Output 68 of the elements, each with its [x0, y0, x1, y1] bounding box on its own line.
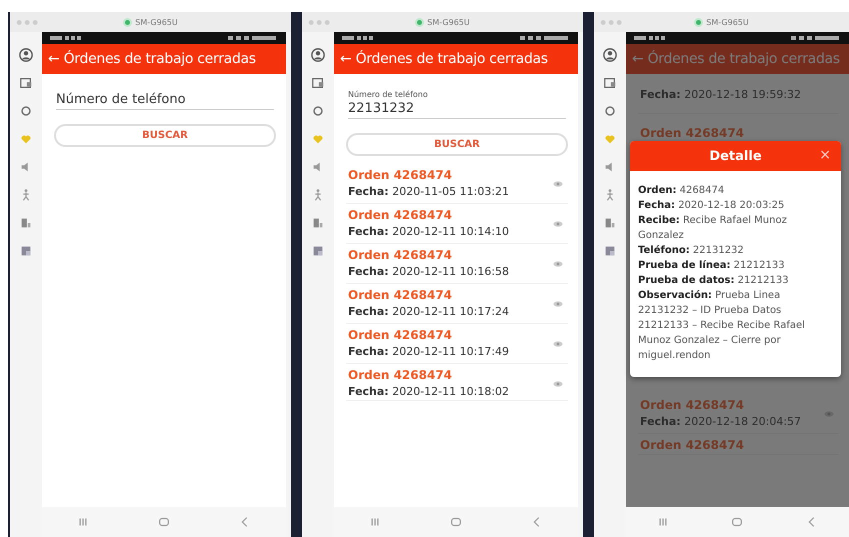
- bars-icon[interactable]: [603, 216, 617, 230]
- order-row[interactable]: Orden 4268474 Fecha: 2020-12-11 10:17:24: [346, 284, 568, 324]
- bars-icon[interactable]: [311, 216, 325, 230]
- order-date: Fecha: 2020-12-18 19:59:32: [640, 88, 802, 101]
- window-title: SM-G965U: [706, 18, 749, 26]
- window-title: SM-G965U: [135, 18, 178, 26]
- window-controls-icon[interactable]: [16, 18, 40, 26]
- detail-text: Observación: Prueba Linea 22131232 – ID Prueba Datos 21212133 – Recibe Recibe Rafael Munoz Gonzalez – Cierre por miguel.rendon: [638, 289, 806, 363]
- order-number: Orden 4268474: [348, 248, 454, 262]
- person-icon[interactable]: [603, 48, 617, 62]
- detail-text: Prueba de línea: 21212133: [638, 259, 786, 273]
- order-number: Orden 4268474: [640, 398, 746, 412]
- picture-icon[interactable]: [603, 244, 617, 258]
- detail-text: Orden: 4268474: [638, 184, 726, 198]
- order-number: Orden 4268474: [348, 168, 454, 182]
- order-row[interactable]: Orden 4268474: [638, 434, 839, 455]
- detail-text: Teléfono: 22131232: [638, 244, 745, 258]
- order-number: Orden 4268474: [640, 438, 746, 452]
- order-date: Fecha: 2020-12-11 10:17:24: [348, 305, 510, 318]
- order-row[interactable]: Orden 4268474 Fecha: 2020-12-11 10:18:02: [346, 364, 568, 401]
- order-date: Fecha: 2020-12-18 20:04:57: [640, 415, 802, 428]
- circle-icon[interactable]: [603, 104, 617, 118]
- search-button[interactable]: BUSCAR: [54, 124, 276, 147]
- order-row[interactable]: Fecha: 2020-12-18 19:59:32: [638, 74, 839, 114]
- circle-icon[interactable]: [311, 104, 325, 118]
- person-icon[interactable]: [311, 48, 325, 62]
- circle-icon[interactable]: [19, 104, 33, 118]
- home-icon[interactable]: [448, 515, 463, 529]
- window-controls-icon[interactable]: [308, 18, 332, 26]
- order-date: Fecha: 2020-12-11 10:14:10: [348, 225, 510, 238]
- card-icon[interactable]: [19, 76, 33, 90]
- card-icon[interactable]: [311, 76, 325, 90]
- order-date: Fecha: 2020-12-11 10:17:49: [348, 345, 510, 358]
- order-date: Fecha: 2020-12-11 10:18:02: [348, 385, 510, 398]
- detail-text: Prueba de datos: 21212133: [638, 274, 790, 288]
- order-number: Orden 4268474: [348, 368, 454, 382]
- status-icons-drawing: [520, 35, 570, 41]
- order-row[interactable]: Orden 4268474 Fecha: 2020-11-05 11:03:21: [346, 164, 568, 204]
- order-number: Orden 4268474: [640, 126, 746, 140]
- order-number: Orden 4268474: [348, 208, 454, 222]
- status-icons-drawing: [791, 35, 841, 41]
- order-row[interactable]: Orden 4268474 Fecha: 2020-12-11 10:16:58: [346, 244, 568, 284]
- phone-input-field[interactable]: 22131232: [348, 99, 566, 119]
- order-date: Fecha: 2020-11-05 11:03:21: [348, 185, 510, 198]
- phone-input-field[interactable]: Número de teléfono: [56, 90, 274, 110]
- order-date: Fecha: 2020-12-11 10:16:58: [348, 265, 510, 278]
- order-number: Orden 4268474: [348, 288, 454, 302]
- device-icon: [415, 18, 424, 26]
- home-icon[interactable]: [156, 515, 171, 529]
- detail-text: Recibe: Recibe Rafael Munoz Gonzalez: [638, 214, 788, 243]
- window-title: SM-G965U: [427, 18, 470, 26]
- picture-icon[interactable]: [311, 244, 325, 258]
- order-row[interactable]: Orden 4268474 Fecha: 2020-12-18 20:04:57: [638, 394, 839, 434]
- detail-text: Fecha: 2020-12-18 20:03:25: [638, 199, 786, 213]
- order-row[interactable]: Orden 4268474 Fecha: 2020-12-11 10:14:10: [346, 204, 568, 244]
- status-icons-drawing: [228, 35, 278, 41]
- order-number: Orden 4268474: [348, 328, 454, 342]
- person-icon[interactable]: [19, 48, 33, 62]
- card-icon[interactable]: [603, 76, 617, 90]
- picture-icon[interactable]: [19, 244, 33, 258]
- order-row[interactable]: Orden 4268474 Fecha: 2020-12-11 10:17:49: [346, 324, 568, 364]
- bars-icon[interactable]: [19, 216, 33, 230]
- window-controls-icon[interactable]: [600, 18, 624, 26]
- home-icon[interactable]: [730, 515, 744, 529]
- device-icon: [694, 18, 704, 26]
- device-icon: [123, 18, 132, 26]
- field-label: Número de teléfono: [348, 90, 429, 99]
- search-button[interactable]: BUSCAR: [346, 133, 568, 156]
